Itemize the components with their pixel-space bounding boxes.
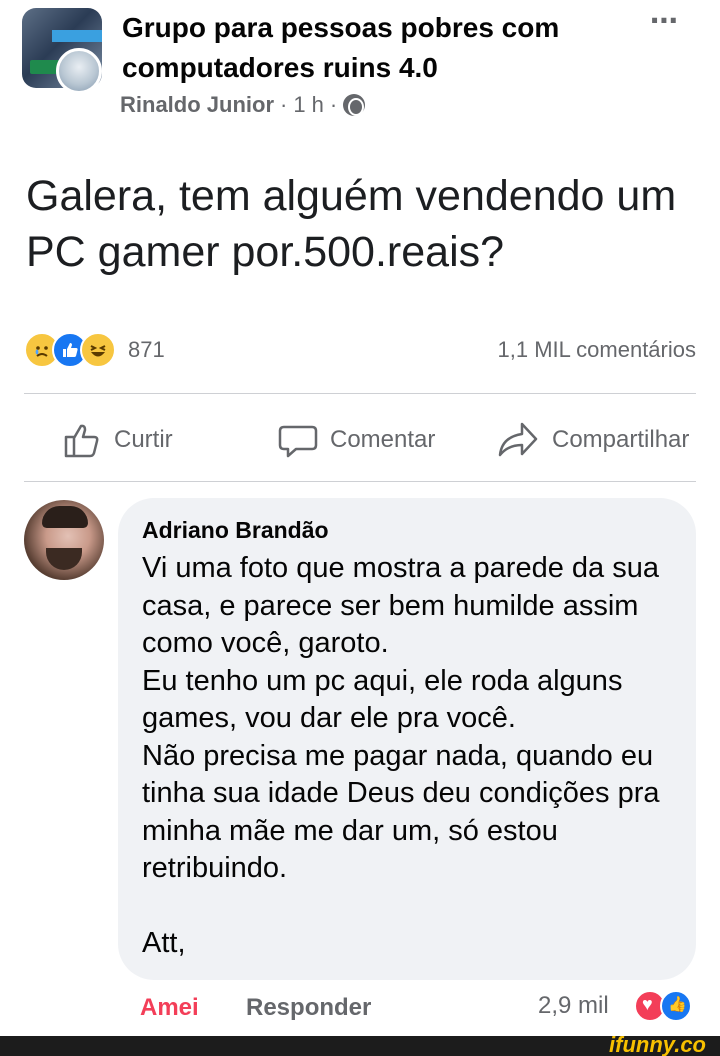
globe-icon (343, 94, 366, 116)
reaction-count[interactable]: 871 (128, 337, 165, 363)
group-avatar[interactable] (22, 8, 104, 94)
divider (24, 393, 696, 394)
post-text: Galera, tem alguém vendendo um PC gamer … (26, 172, 677, 276)
commenter-name[interactable]: Adriano Brandão (142, 514, 674, 546)
like-label: Curtir (114, 426, 173, 453)
author-avatar[interactable] (56, 48, 102, 94)
more-options-icon[interactable]: ⋯ (650, 4, 679, 37)
comment-text: Vi uma foto que mostra a parede da sua c… (142, 552, 660, 959)
comment-button[interactable]: Comentar (278, 420, 435, 460)
comment-bubble: Adriano Brandão Vi uma foto que mostra a… (118, 498, 696, 980)
like-icon (660, 990, 692, 1022)
reply-button[interactable]: Responder (246, 994, 371, 1022)
share-button[interactable]: Compartilhar (496, 420, 689, 460)
speech-bubble-icon (278, 425, 318, 458)
post-meta: Rinaldo Junior · 1 h · (120, 92, 366, 118)
author-name[interactable]: Rinaldo Junior (120, 92, 274, 118)
share-arrow-icon (498, 422, 538, 457)
meta-separator: · (280, 92, 288, 117)
comment-footer: Amei Responder 2,9 mil (0, 990, 720, 1030)
watermark-bar: ifunny.co (0, 1032, 720, 1056)
ifunny-watermark: ifunny.co (609, 1032, 706, 1056)
post-header: Grupo para pessoas pobres com computador… (0, 0, 720, 130)
comment-reaction-count[interactable]: 2,9 mil (538, 992, 609, 1020)
divider (24, 481, 696, 482)
reaction-summary[interactable]: 871 (24, 332, 165, 368)
haha-icon (80, 332, 116, 368)
comment-label: Comentar (330, 426, 436, 453)
post-time[interactable]: 1 h (293, 92, 324, 118)
post-actions: Curtir Comentar Compartilhar (0, 410, 720, 470)
group-name[interactable]: Grupo para pessoas pobres com computador… (122, 8, 622, 88)
comments-count[interactable]: 1,1 MIL comentários (498, 337, 697, 363)
share-label: Compartilhar (552, 426, 690, 453)
commenter-avatar[interactable] (24, 500, 104, 580)
like-button[interactable]: Curtir (62, 420, 173, 460)
love-reaction-button[interactable]: Amei (140, 994, 199, 1022)
meta-separator: · (329, 92, 338, 117)
thumbs-up-icon (64, 424, 99, 458)
